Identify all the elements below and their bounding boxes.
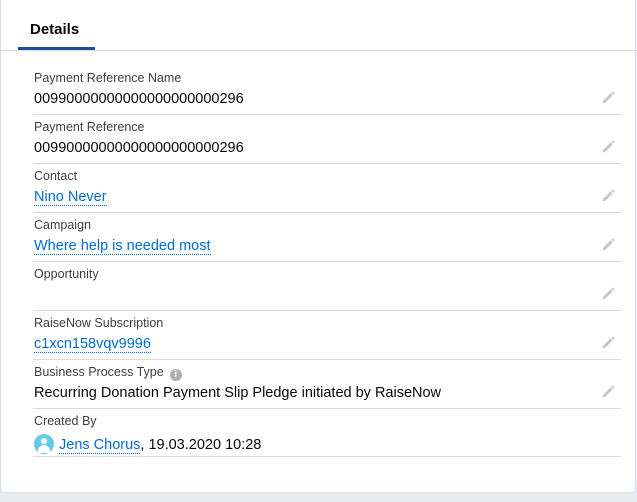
tab-details[interactable]: Details	[18, 0, 95, 50]
field-label: Payment Reference Name	[34, 71, 182, 85]
field-campaign: Campaign Where help is needed most	[33, 213, 621, 262]
field-value: Recurring Donation Payment Slip Pledge i…	[34, 385, 442, 401]
field-opportunity: Opportunity	[33, 262, 621, 311]
field-value-wrapper: Jens Chorus, 19.03.2020 10:28	[34, 434, 261, 454]
field-label: Business Process Type	[34, 365, 164, 379]
field-created-by: Created By Jens Chorus, 19.03.2020 10:28	[33, 409, 621, 457]
pencil-icon[interactable]	[601, 91, 615, 105]
pencil-icon[interactable]	[601, 287, 615, 301]
field-raisenow-subscription: RaiseNow Subscription c1xcn158vqv9996	[33, 311, 621, 360]
field-label: Opportunity	[34, 267, 99, 281]
field-contact: Contact Nino Never	[33, 164, 621, 213]
pencil-icon[interactable]	[601, 336, 615, 350]
pencil-icon[interactable]	[601, 189, 615, 203]
contact-link[interactable]: Nino Never	[34, 189, 107, 206]
field-label: Payment Reference	[34, 120, 145, 134]
field-business-process-type: Business Process Type i Recurring Donatio…	[33, 360, 621, 409]
field-value: 00990000000000000000000296	[34, 91, 244, 107]
created-date: , 19.03.2020 10:28	[140, 437, 262, 453]
field-label-wrapper: Business Process Type i	[34, 365, 182, 381]
field-label: Created By	[34, 414, 97, 428]
field-payment-reference-name: Payment Reference Name 00990000000000000…	[33, 66, 621, 115]
tab-bar: Details	[1, 0, 635, 51]
pencil-icon[interactable]	[601, 140, 615, 154]
pencil-icon[interactable]	[601, 385, 615, 399]
info-icon[interactable]: i	[169, 369, 182, 381]
field-value-wrapper: c1xcn158vqv9996	[34, 336, 151, 353]
field-payment-reference: Payment Reference 0099000000000000000000…	[33, 115, 621, 164]
pencil-icon[interactable]	[601, 238, 615, 252]
field-value: 00990000000000000000000296	[34, 140, 244, 156]
raisenow-subscription-link[interactable]: c1xcn158vqv9996	[34, 336, 151, 353]
user-avatar-icon	[34, 434, 54, 454]
created-by-user-link[interactable]: Jens Chorus	[59, 437, 141, 454]
campaign-link[interactable]: Where help is needed most	[34, 238, 211, 255]
field-value-wrapper: Nino Never	[34, 189, 107, 206]
field-value-wrapper: Where help is needed most	[34, 238, 211, 255]
details-card: Details Payment Reference Name 009900000…	[0, 0, 636, 493]
field-label: Contact	[34, 169, 78, 183]
details-fields: Payment Reference Name 00990000000000000…	[33, 66, 621, 457]
field-label: Campaign	[34, 218, 91, 232]
field-label: RaiseNow Subscription	[34, 316, 164, 330]
